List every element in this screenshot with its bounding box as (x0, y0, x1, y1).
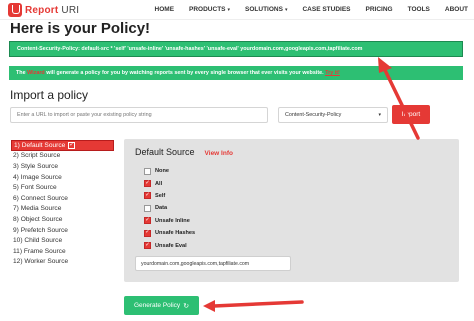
sidebar-item[interactable]: 1) Default Source ✓ (11, 140, 114, 151)
sidebar-item[interactable]: 4) Image Source (11, 172, 114, 183)
option-label: Self (155, 192, 166, 199)
sidebar-item-label: 6) Connect Source (13, 194, 68, 202)
option-label: Unsafe Hashes (155, 230, 196, 237)
checkbox[interactable]: ✓ (144, 180, 151, 188)
sidebar-item-label: 3) Style Source (13, 162, 59, 170)
sidebar-item[interactable]: 3) Style Source (11, 161, 114, 172)
nav-link-label: SOLUTIONS (245, 6, 283, 13)
source-option[interactable]: ✓ All (144, 177, 195, 189)
nav-link-solutions[interactable]: SOLUTIONS ▾ (245, 6, 287, 13)
nav-link-label: PRODUCTS (189, 6, 226, 13)
nav-link-home[interactable]: HOME (155, 6, 175, 13)
checkbox[interactable]: ✓ (144, 217, 151, 225)
directive-sidebar: 1) Default Source ✓ 2) Script Source 3) Sty… (11, 140, 114, 267)
wizard-prefix: The (16, 70, 28, 76)
panel-title: Default Source (135, 147, 195, 157)
sidebar-item[interactable]: 12) Worker Source (11, 257, 114, 268)
sidebar-item-label: 1) Default Source (14, 141, 66, 149)
checkbox[interactable]: ✓ (144, 192, 151, 200)
view-info-link[interactable]: View Info (205, 150, 233, 157)
option-label: Data (155, 205, 168, 212)
wizard-banner: The Wizard will generate a policy for yo… (9, 66, 463, 80)
nav-link-label: ABOUT (444, 6, 468, 13)
nav-link-label: TOOLS (407, 6, 430, 13)
import-url-input[interactable] (10, 107, 268, 123)
sidebar-item-label: 5) Font Source (13, 184, 57, 192)
wizard-highlight[interactable]: Wizard (27, 70, 45, 76)
sidebar-item-label: 7) Media Source (13, 205, 62, 213)
sidebar-item[interactable]: 8) Object Source (11, 214, 114, 225)
report-uri-logo[interactable]: Report URI (8, 3, 79, 17)
sidebar-item[interactable]: 9) Prefetch Source (11, 225, 114, 236)
option-label: Unsafe Inline (155, 217, 190, 224)
wizard-try-link[interactable]: Try it! (325, 70, 340, 76)
directive-panel: Default Source View Info None ✓ All ✓ Self Da… (124, 139, 459, 282)
import-button[interactable]: Import (392, 105, 430, 124)
source-options: None ✓ All ✓ Self Data ✓ Unsafe Inline ✓ Unsafe H… (144, 165, 195, 252)
source-option[interactable]: ✓ Unsafe Hashes (144, 227, 195, 239)
source-option[interactable]: None (144, 165, 195, 177)
checkbox[interactable]: ✓ (144, 242, 151, 250)
nav-link-label: PRICING (365, 6, 393, 13)
panel-header: Default Source View Info (135, 147, 233, 157)
source-option[interactable]: ✓ Unsafe Inline (144, 215, 195, 227)
sidebar-item[interactable]: 11) Frame Source (11, 246, 114, 257)
source-option[interactable]: Data (144, 202, 195, 214)
arrow-to-generate (203, 300, 304, 312)
wizard-text: will generate a policy for you by watchi… (44, 70, 326, 76)
import-heading: Import a policy (10, 88, 89, 102)
sidebar-item-label: 9) Prefetch Source (13, 226, 68, 234)
logo-text: Report URI (25, 4, 80, 16)
policy-type-value: Content-Security-Policy (285, 112, 342, 118)
option-label: All (155, 180, 163, 187)
nav-links: HOME PRODUCTS ▾ SOLUTIONS ▾ CASE STUDIES PRICI… (155, 6, 468, 13)
checkbox[interactable] (144, 204, 151, 212)
sidebar-item[interactable]: 7) Media Source (11, 204, 114, 215)
sidebar-item-label: 10) Child Source (13, 237, 63, 245)
nav-link-label: CASE STUDIES (302, 6, 351, 13)
sidebar-item-label: 8) Object Source (13, 215, 63, 223)
sidebar-item-label: 11) Frame Source (13, 247, 66, 255)
page-title: Here is your Policy! (10, 20, 151, 37)
domains-input[interactable]: yourdomain.com,googleapis.com,tapfiliate… (135, 256, 291, 271)
checkbox-icon: ✓ (68, 141, 76, 149)
nav-link-label: HOME (154, 6, 175, 13)
refresh-icon: ↻ (183, 302, 190, 310)
option-label: Unsafe Eval (155, 242, 187, 249)
chevron-down-icon: ▾ (284, 6, 288, 13)
top-navbar: Report URI HOME PRODUCTS ▾ SOLUTIONS ▾ CASE S… (0, 0, 474, 20)
generate-policy-button[interactable]: Generate Policy ↻ (124, 296, 199, 315)
policy-output[interactable]: Content-Security-Policy: default-src * '… (9, 41, 463, 57)
logo-shield-icon (8, 3, 22, 17)
sidebar-item[interactable]: 10) Child Source (11, 235, 114, 246)
policy-type-select[interactable]: Content-Security-Policy ▾ (278, 107, 388, 123)
source-option[interactable]: ✓ Self (144, 190, 195, 202)
sidebar-item[interactable]: 6) Connect Source (11, 193, 114, 204)
source-option[interactable]: ✓ Unsafe Eval (144, 239, 195, 251)
checkbox[interactable] (144, 167, 151, 175)
chevron-down-icon: ▾ (378, 112, 381, 118)
sidebar-item[interactable]: 5) Font Source (11, 182, 114, 193)
sidebar-item-label: 4) Image Source (13, 173, 62, 181)
sidebar-item-label: 12) Worker Source (13, 258, 69, 266)
sidebar-item-label: 2) Script Source (13, 152, 61, 160)
generate-label: Generate Policy (133, 302, 181, 309)
nav-link-tools[interactable]: TOOLS (408, 6, 430, 13)
checkbox[interactable]: ✓ (144, 229, 151, 237)
option-label: None (155, 168, 169, 175)
nav-link-about[interactable]: ABOUT (445, 6, 468, 13)
chevron-down-icon: ▾ (227, 6, 231, 13)
nav-link-case-studies[interactable]: CASE STUDIES (302, 6, 350, 13)
nav-link-pricing[interactable]: PRICING (366, 6, 393, 13)
nav-link-products[interactable]: PRODUCTS ▾ (189, 6, 230, 13)
sidebar-item[interactable]: 2) Script Source (11, 151, 114, 162)
